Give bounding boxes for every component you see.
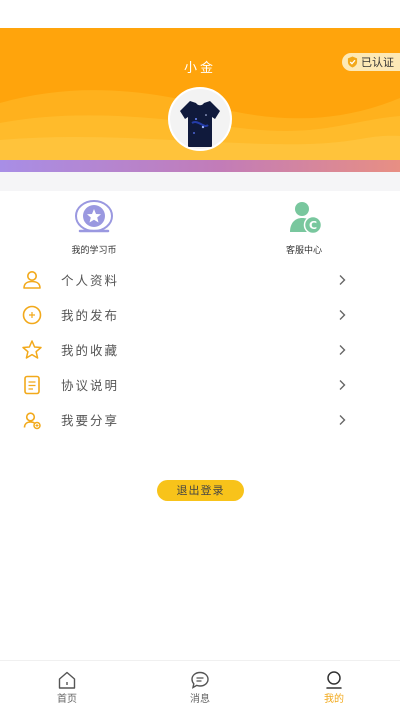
chevron-right-icon <box>339 379 346 390</box>
quick-action-coins[interactable]: 我的学习币 <box>44 198 144 256</box>
chevron-right-icon <box>339 309 346 320</box>
bottom-tab-bar: 首页 消息 我的 <box>0 660 400 711</box>
menu-item-publish[interactable]: 我的发布 <box>0 297 400 332</box>
menu-item-profile[interactable]: 个人资料 <box>0 262 400 297</box>
section-divider <box>0 172 400 191</box>
star-coin-icon <box>75 200 113 233</box>
menu-label: 我的发布 <box>61 308 120 323</box>
menu-item-favorites[interactable]: 我的收藏 <box>0 332 400 367</box>
tab-mine[interactable]: 我的 <box>304 670 364 705</box>
share-user-icon <box>23 411 41 429</box>
star-icon <box>22 339 42 359</box>
quick-action-label: 客服中心 <box>285 246 322 256</box>
verified-badge[interactable]: 已认证 <box>342 53 400 71</box>
profile-header: 小金 已认证 <box>0 28 400 160</box>
logout-button[interactable]: 退出登录 <box>157 480 244 501</box>
verified-shield-icon <box>347 56 358 68</box>
profile-icon <box>326 671 342 689</box>
tab-label: 消息 <box>190 694 210 705</box>
document-icon <box>24 375 40 394</box>
quick-action-service[interactable]: C 客服中心 <box>254 198 354 256</box>
customer-service-icon: C <box>290 202 323 235</box>
menu-list: 个人资料 我的发布 我的收藏 协议说明 我要分享 <box>0 262 400 437</box>
verified-label: 已认证 <box>361 56 394 69</box>
avatar-image <box>170 89 230 149</box>
username: 小金 <box>183 61 216 76</box>
avatar[interactable] <box>168 87 232 151</box>
quick-action-label: 我的学习币 <box>71 246 117 256</box>
menu-item-agreement[interactable]: 协议说明 <box>0 367 400 402</box>
user-icon <box>23 270 41 289</box>
status-strip <box>0 0 400 28</box>
tab-messages[interactable]: 消息 <box>170 670 230 705</box>
menu-label: 我的收藏 <box>61 343 120 358</box>
tab-home[interactable]: 首页 <box>37 670 97 705</box>
gradient-bar <box>0 160 400 172</box>
svg-text:C: C <box>309 219 317 232</box>
menu-label: 协议说明 <box>61 378 120 393</box>
menu-label: 个人资料 <box>61 273 120 288</box>
plus-circle-icon <box>22 305 42 324</box>
tab-label: 首页 <box>57 694 77 705</box>
message-icon <box>191 671 209 689</box>
menu-label: 我要分享 <box>61 413 120 428</box>
chevron-right-icon <box>339 414 346 425</box>
home-icon <box>58 671 76 689</box>
tab-label: 我的 <box>324 694 344 705</box>
chevron-right-icon <box>339 344 346 355</box>
menu-item-share[interactable]: 我要分享 <box>0 402 400 437</box>
chevron-right-icon <box>339 274 346 285</box>
